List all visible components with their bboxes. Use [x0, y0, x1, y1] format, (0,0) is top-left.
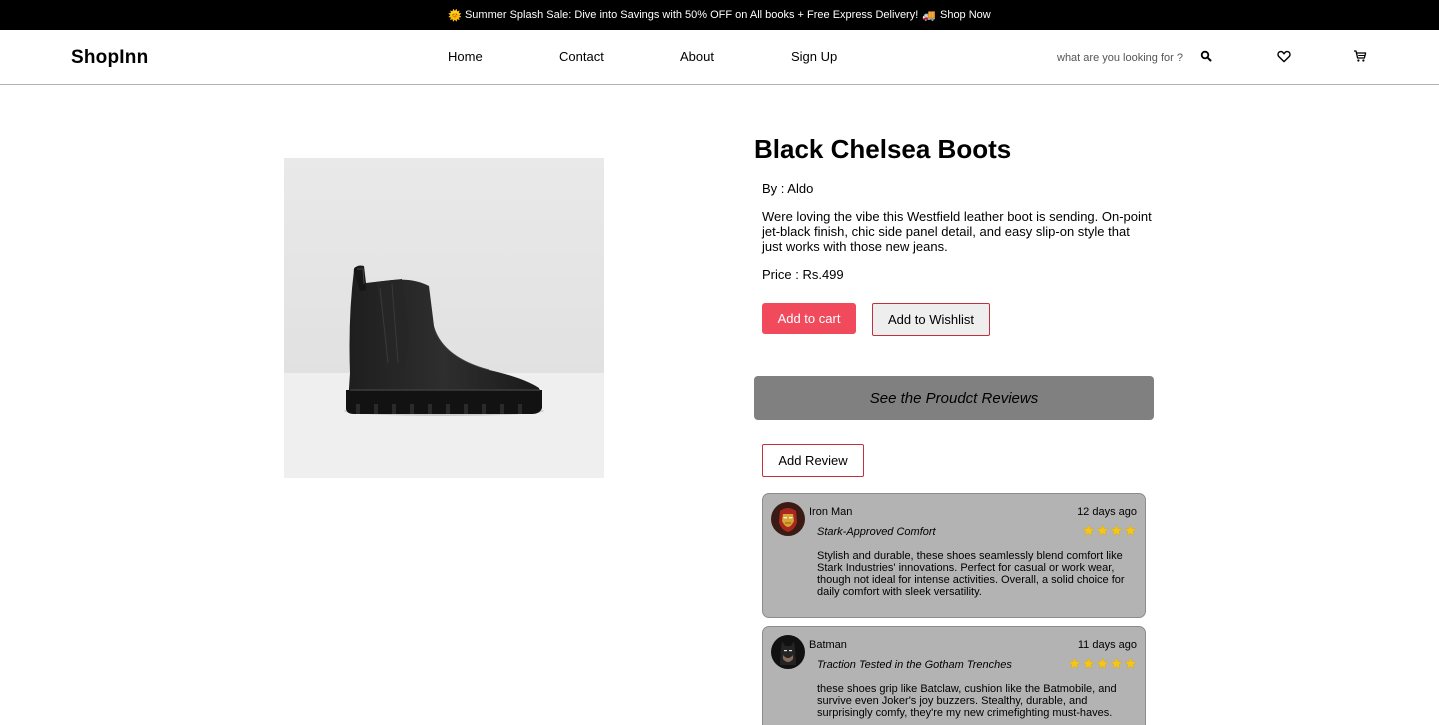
- nav-home[interactable]: Home: [448, 49, 483, 64]
- review-time: 12 days ago: [1077, 506, 1137, 518]
- add-review-button[interactable]: Add Review: [762, 444, 864, 477]
- star-icon: [1068, 657, 1081, 669]
- star-icon: [1124, 657, 1137, 669]
- review-card: Batman 11 days ago Traction Tested in th…: [762, 626, 1146, 725]
- search-icon[interactable]: [1198, 48, 1214, 64]
- site-header: ShopInn Home Contact About Sign Up: [0, 30, 1439, 85]
- shop-now-link[interactable]: Shop Now: [940, 9, 991, 21]
- promo-text: Summer Splash Sale: Dive into Savings wi…: [464, 9, 919, 21]
- star-rating: [1082, 524, 1137, 537]
- review-body: these shoes grip like Batclaw, cushion l…: [817, 683, 1117, 719]
- star-icon: [1096, 524, 1109, 536]
- see-reviews-toggle[interactable]: See the Proudct Reviews: [754, 376, 1154, 420]
- logo[interactable]: ShopInn: [71, 47, 148, 69]
- star-icon: [1082, 657, 1095, 669]
- star-icon: [1096, 657, 1109, 669]
- add-to-wishlist-button[interactable]: Add to Wishlist: [872, 303, 990, 336]
- star-icon: [1082, 524, 1095, 536]
- nav-about[interactable]: About: [680, 49, 714, 64]
- product-brand: By : Aldo: [762, 181, 814, 196]
- reviewer-name: Iron Man: [809, 506, 853, 518]
- truck-emoji: 🚚: [922, 9, 936, 22]
- add-to-cart-button[interactable]: Add to cart: [762, 303, 856, 334]
- reviewer-name: Batman: [809, 639, 847, 651]
- product-title: Black Chelsea Boots: [754, 134, 1012, 164]
- star-icon: [1110, 524, 1123, 536]
- review-title: Traction Tested in the Gotham Trenches: [817, 659, 1012, 671]
- star-icon: [1110, 657, 1123, 669]
- nav-signup[interactable]: Sign Up: [791, 49, 837, 64]
- nav-contact[interactable]: Contact: [559, 49, 604, 64]
- review-time: 11 days ago: [1077, 639, 1137, 651]
- heart-icon[interactable]: [1276, 48, 1292, 64]
- sun-emoji: 🌞: [448, 9, 462, 22]
- review-card: Iron Man 12 days ago Stark-Approved Comf…: [762, 493, 1146, 618]
- product-price: Price : Rs.499: [762, 267, 844, 282]
- star-rating: [1068, 657, 1137, 670]
- promo-banner: 🌞 Summer Splash Sale: Dive into Savings …: [0, 0, 1439, 30]
- product-image: [284, 158, 604, 478]
- review-body: Stylish and durable, these shoes seamles…: [817, 550, 1125, 598]
- cart-icon[interactable]: [1352, 48, 1368, 64]
- product-description: Were loving the vibe this Westfield leat…: [762, 209, 1152, 254]
- batman-avatar: [771, 635, 805, 669]
- review-title: Stark-Approved Comfort: [817, 526, 936, 538]
- iron-man-avatar: [771, 502, 805, 536]
- star-icon: [1124, 524, 1137, 536]
- search-input[interactable]: [1050, 48, 1190, 68]
